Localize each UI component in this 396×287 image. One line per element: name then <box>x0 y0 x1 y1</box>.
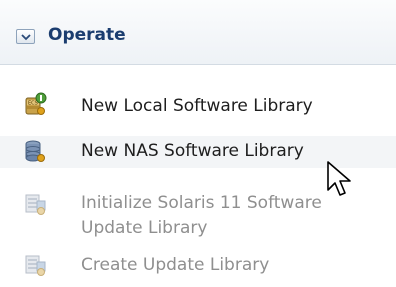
menu-item-label: New NAS Software Library <box>81 141 304 161</box>
chevron-down-icon <box>21 34 31 41</box>
create-library-icon <box>25 253 47 277</box>
section-title: Operate <box>48 25 126 45</box>
menu-item-label: Initialize Solaris 11 Software Update Lib… <box>81 193 322 238</box>
menu-item-label: New Local Software Library <box>81 96 313 116</box>
local-library-icon: ECS <box>25 92 47 116</box>
update-library-icon <box>25 192 47 216</box>
nas-library-icon <box>25 139 47 163</box>
operate-panel: Operate ECS New Local Software Library N… <box>0 0 396 287</box>
menu-item-create-update-library: Create Update Library <box>0 253 396 287</box>
menu-item-new-local-software-library[interactable]: ECS New Local Software Library <box>0 88 396 124</box>
mouse-pointer-icon <box>327 161 351 196</box>
svg-text:ECS: ECS <box>28 101 38 107</box>
collapse-toggle[interactable] <box>16 29 35 44</box>
menu-item-label: Create Update Library <box>81 255 270 275</box>
section-header[interactable]: Operate <box>0 0 396 65</box>
